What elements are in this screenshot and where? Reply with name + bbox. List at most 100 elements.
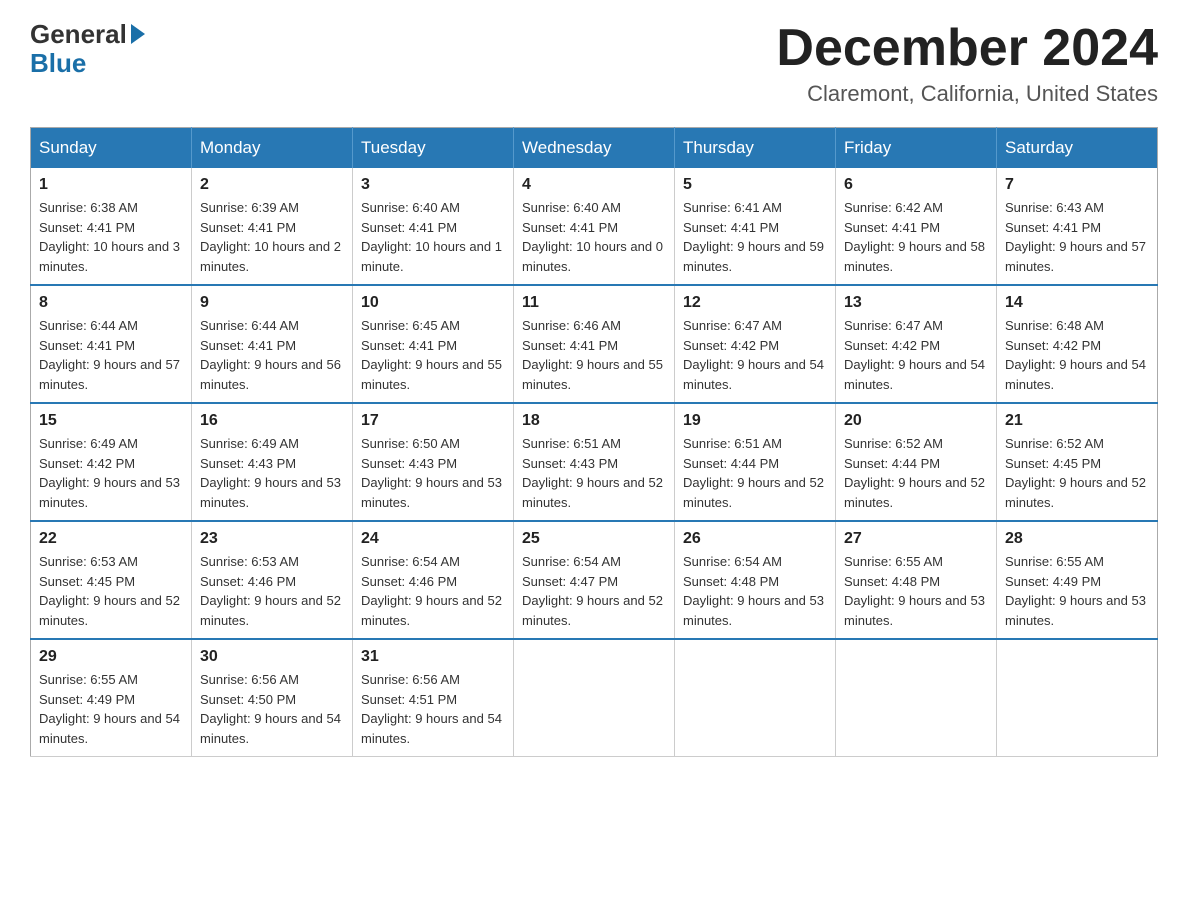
title-block: December 2024 Claremont, California, Uni… — [776, 20, 1158, 107]
day-number: 25 — [522, 530, 666, 548]
calendar-cell: 11 Sunrise: 6:46 AMSunset: 4:41 PMDaylig… — [514, 285, 675, 403]
day-info: Sunrise: 6:40 AMSunset: 4:41 PMDaylight:… — [361, 200, 502, 274]
day-number: 31 — [361, 648, 505, 666]
calendar-cell: 4 Sunrise: 6:40 AMSunset: 4:41 PMDayligh… — [514, 168, 675, 285]
day-number: 18 — [522, 412, 666, 430]
day-info: Sunrise: 6:56 AMSunset: 4:50 PMDaylight:… — [200, 672, 341, 746]
day-info: Sunrise: 6:38 AMSunset: 4:41 PMDaylight:… — [39, 200, 180, 274]
calendar-cell: 13 Sunrise: 6:47 AMSunset: 4:42 PMDaylig… — [836, 285, 997, 403]
calendar-cell — [997, 639, 1158, 757]
calendar-cell: 3 Sunrise: 6:40 AMSunset: 4:41 PMDayligh… — [353, 168, 514, 285]
day-info: Sunrise: 6:54 AMSunset: 4:46 PMDaylight:… — [361, 554, 502, 628]
calendar-cell — [836, 639, 997, 757]
logo-triangle-icon — [131, 24, 145, 44]
day-number: 6 — [844, 176, 988, 194]
day-info: Sunrise: 6:53 AMSunset: 4:46 PMDaylight:… — [200, 554, 341, 628]
calendar-cell: 23 Sunrise: 6:53 AMSunset: 4:46 PMDaylig… — [192, 521, 353, 639]
week-row-4: 22 Sunrise: 6:53 AMSunset: 4:45 PMDaylig… — [31, 521, 1158, 639]
day-info: Sunrise: 6:54 AMSunset: 4:48 PMDaylight:… — [683, 554, 824, 628]
calendar-cell: 30 Sunrise: 6:56 AMSunset: 4:50 PMDaylig… — [192, 639, 353, 757]
day-info: Sunrise: 6:54 AMSunset: 4:47 PMDaylight:… — [522, 554, 663, 628]
calendar-cell: 16 Sunrise: 6:49 AMSunset: 4:43 PMDaylig… — [192, 403, 353, 521]
day-info: Sunrise: 6:51 AMSunset: 4:43 PMDaylight:… — [522, 436, 663, 510]
logo-general-text: General — [30, 20, 127, 49]
calendar-cell: 20 Sunrise: 6:52 AMSunset: 4:44 PMDaylig… — [836, 403, 997, 521]
location-title: Claremont, California, United States — [776, 81, 1158, 107]
calendar-cell: 2 Sunrise: 6:39 AMSunset: 4:41 PMDayligh… — [192, 168, 353, 285]
day-info: Sunrise: 6:41 AMSunset: 4:41 PMDaylight:… — [683, 200, 824, 274]
calendar-cell: 10 Sunrise: 6:45 AMSunset: 4:41 PMDaylig… — [353, 285, 514, 403]
day-info: Sunrise: 6:45 AMSunset: 4:41 PMDaylight:… — [361, 318, 502, 392]
day-number: 12 — [683, 294, 827, 312]
day-number: 30 — [200, 648, 344, 666]
logo-blue-text: Blue — [30, 49, 86, 78]
calendar-cell: 25 Sunrise: 6:54 AMSunset: 4:47 PMDaylig… — [514, 521, 675, 639]
weekday-header-saturday: Saturday — [997, 128, 1158, 169]
day-number: 10 — [361, 294, 505, 312]
day-number: 14 — [1005, 294, 1149, 312]
weekday-header-tuesday: Tuesday — [353, 128, 514, 169]
page-header: General Blue December 2024 Claremont, Ca… — [30, 20, 1158, 107]
day-number: 24 — [361, 530, 505, 548]
week-row-3: 15 Sunrise: 6:49 AMSunset: 4:42 PMDaylig… — [31, 403, 1158, 521]
calendar-cell: 21 Sunrise: 6:52 AMSunset: 4:45 PMDaylig… — [997, 403, 1158, 521]
day-number: 16 — [200, 412, 344, 430]
calendar-cell: 14 Sunrise: 6:48 AMSunset: 4:42 PMDaylig… — [997, 285, 1158, 403]
calendar-cell: 17 Sunrise: 6:50 AMSunset: 4:43 PMDaylig… — [353, 403, 514, 521]
day-number: 8 — [39, 294, 183, 312]
day-number: 21 — [1005, 412, 1149, 430]
calendar-cell: 28 Sunrise: 6:55 AMSunset: 4:49 PMDaylig… — [997, 521, 1158, 639]
week-row-2: 8 Sunrise: 6:44 AMSunset: 4:41 PMDayligh… — [31, 285, 1158, 403]
day-number: 9 — [200, 294, 344, 312]
day-number: 17 — [361, 412, 505, 430]
day-info: Sunrise: 6:52 AMSunset: 4:45 PMDaylight:… — [1005, 436, 1146, 510]
logo: General Blue — [30, 20, 145, 77]
day-number: 11 — [522, 294, 666, 312]
calendar-cell: 19 Sunrise: 6:51 AMSunset: 4:44 PMDaylig… — [675, 403, 836, 521]
day-number: 4 — [522, 176, 666, 194]
calendar-cell: 5 Sunrise: 6:41 AMSunset: 4:41 PMDayligh… — [675, 168, 836, 285]
day-info: Sunrise: 6:55 AMSunset: 4:49 PMDaylight:… — [39, 672, 180, 746]
calendar-cell: 18 Sunrise: 6:51 AMSunset: 4:43 PMDaylig… — [514, 403, 675, 521]
day-number: 15 — [39, 412, 183, 430]
day-number: 20 — [844, 412, 988, 430]
calendar-cell: 27 Sunrise: 6:55 AMSunset: 4:48 PMDaylig… — [836, 521, 997, 639]
day-info: Sunrise: 6:47 AMSunset: 4:42 PMDaylight:… — [844, 318, 985, 392]
day-info: Sunrise: 6:56 AMSunset: 4:51 PMDaylight:… — [361, 672, 502, 746]
day-number: 5 — [683, 176, 827, 194]
calendar-table: SundayMondayTuesdayWednesdayThursdayFrid… — [30, 127, 1158, 757]
day-info: Sunrise: 6:48 AMSunset: 4:42 PMDaylight:… — [1005, 318, 1146, 392]
day-number: 26 — [683, 530, 827, 548]
day-info: Sunrise: 6:39 AMSunset: 4:41 PMDaylight:… — [200, 200, 341, 274]
day-info: Sunrise: 6:44 AMSunset: 4:41 PMDaylight:… — [200, 318, 341, 392]
day-number: 29 — [39, 648, 183, 666]
day-info: Sunrise: 6:50 AMSunset: 4:43 PMDaylight:… — [361, 436, 502, 510]
weekday-header-sunday: Sunday — [31, 128, 192, 169]
day-number: 27 — [844, 530, 988, 548]
day-info: Sunrise: 6:49 AMSunset: 4:43 PMDaylight:… — [200, 436, 341, 510]
day-number: 23 — [200, 530, 344, 548]
day-number: 13 — [844, 294, 988, 312]
day-info: Sunrise: 6:43 AMSunset: 4:41 PMDaylight:… — [1005, 200, 1146, 274]
week-row-1: 1 Sunrise: 6:38 AMSunset: 4:41 PMDayligh… — [31, 168, 1158, 285]
calendar-cell — [675, 639, 836, 757]
day-number: 7 — [1005, 176, 1149, 194]
calendar-cell: 12 Sunrise: 6:47 AMSunset: 4:42 PMDaylig… — [675, 285, 836, 403]
calendar-cell: 1 Sunrise: 6:38 AMSunset: 4:41 PMDayligh… — [31, 168, 192, 285]
day-info: Sunrise: 6:52 AMSunset: 4:44 PMDaylight:… — [844, 436, 985, 510]
day-info: Sunrise: 6:40 AMSunset: 4:41 PMDaylight:… — [522, 200, 663, 274]
calendar-cell: 22 Sunrise: 6:53 AMSunset: 4:45 PMDaylig… — [31, 521, 192, 639]
day-number: 2 — [200, 176, 344, 194]
calendar-cell: 6 Sunrise: 6:42 AMSunset: 4:41 PMDayligh… — [836, 168, 997, 285]
weekday-header-thursday: Thursday — [675, 128, 836, 169]
month-title: December 2024 — [776, 20, 1158, 77]
day-info: Sunrise: 6:55 AMSunset: 4:49 PMDaylight:… — [1005, 554, 1146, 628]
calendar-cell: 8 Sunrise: 6:44 AMSunset: 4:41 PMDayligh… — [31, 285, 192, 403]
day-info: Sunrise: 6:49 AMSunset: 4:42 PMDaylight:… — [39, 436, 180, 510]
weekday-header-monday: Monday — [192, 128, 353, 169]
day-info: Sunrise: 6:51 AMSunset: 4:44 PMDaylight:… — [683, 436, 824, 510]
weekday-header-row: SundayMondayTuesdayWednesdayThursdayFrid… — [31, 128, 1158, 169]
calendar-cell: 29 Sunrise: 6:55 AMSunset: 4:49 PMDaylig… — [31, 639, 192, 757]
calendar-cell: 9 Sunrise: 6:44 AMSunset: 4:41 PMDayligh… — [192, 285, 353, 403]
day-number: 1 — [39, 176, 183, 194]
